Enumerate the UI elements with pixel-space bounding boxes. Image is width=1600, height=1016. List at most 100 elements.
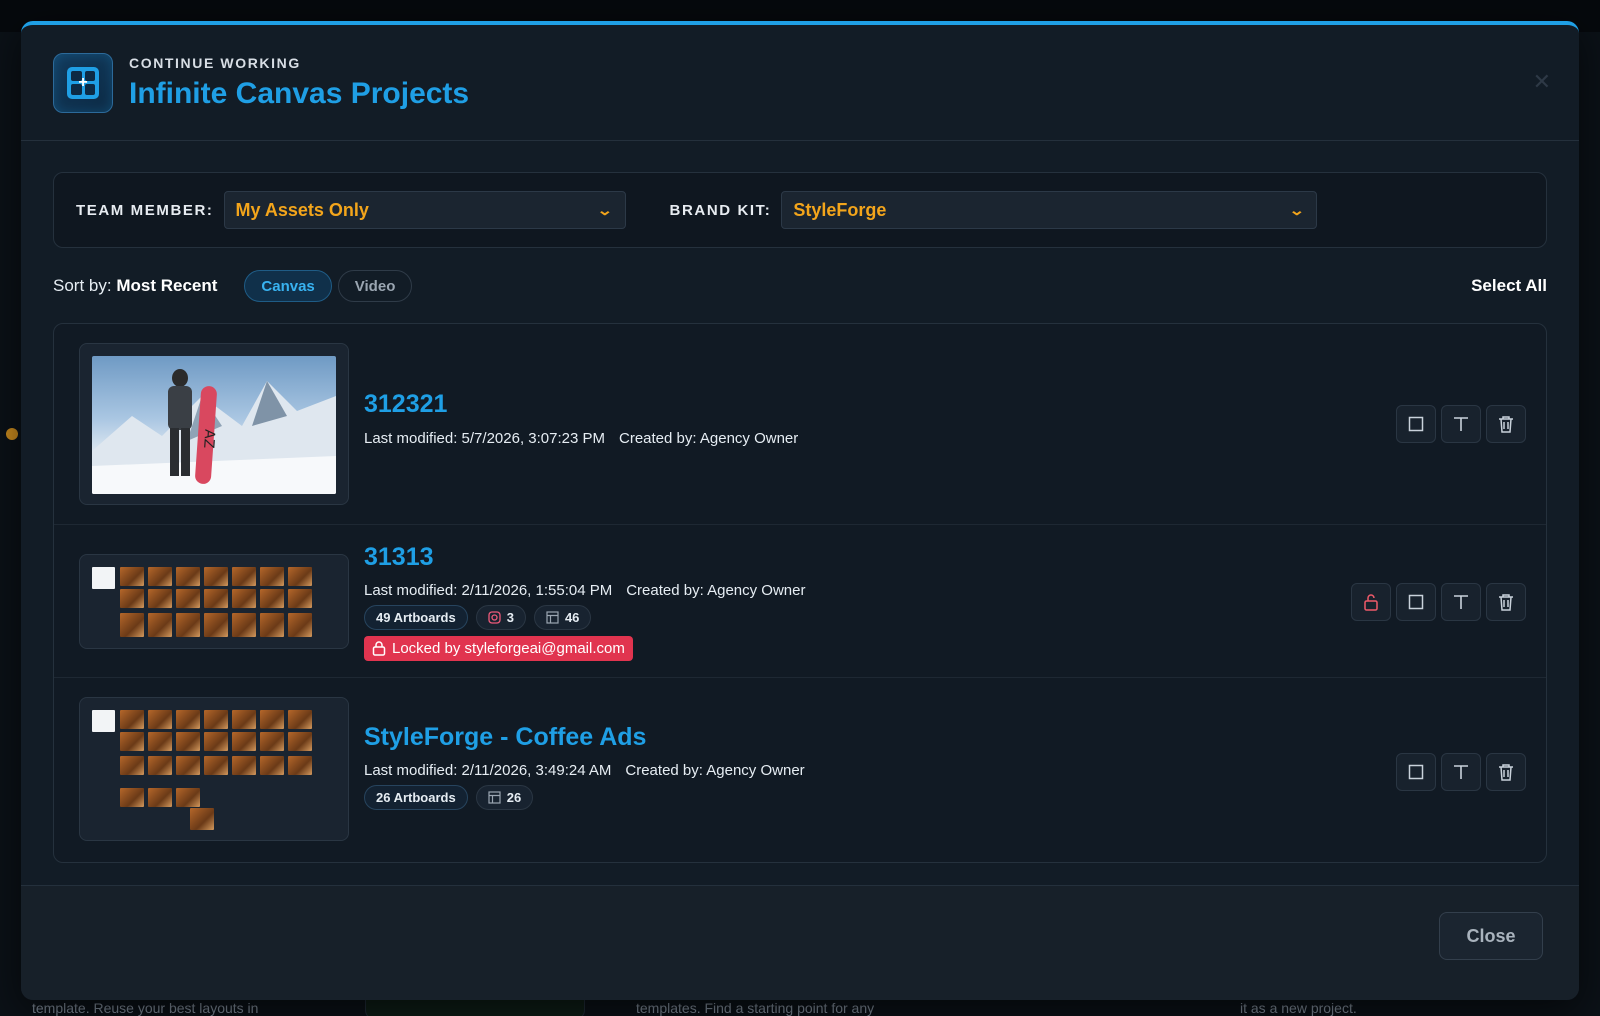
text-icon[interactable] — [1441, 753, 1481, 791]
project-row[interactable]: 31313 Last modified: 2/11/2026, 1:55:04 … — [54, 525, 1546, 678]
project-thumbnail[interactable] — [79, 697, 349, 841]
sort-row: Sort by: Most Recent Canvas Video Select… — [53, 269, 1547, 303]
sort-control[interactable]: Sort by: Most Recent — [53, 276, 217, 296]
artboards-badge: 26 Artboards — [364, 785, 468, 810]
svg-text:AZ: AZ — [200, 429, 217, 449]
unlock-icon[interactable] — [1351, 583, 1391, 621]
artboard-preview — [148, 756, 172, 775]
modal-title: Infinite Canvas Projects — [129, 76, 470, 110]
artboard-preview — [120, 710, 144, 729]
select-icon[interactable] — [1396, 753, 1436, 791]
artboard-preview — [204, 613, 228, 637]
background-text: templates. Find a starting point for any — [636, 1000, 875, 1016]
project-list: AZ 312321 Last modified: 5/7/2026, 3:07:… — [53, 323, 1547, 863]
background-text: it as a new project. — [1240, 1000, 1357, 1016]
artboard-preview — [176, 567, 200, 586]
project-title[interactable]: StyleForge - Coffee Ads — [364, 723, 646, 752]
project-meta: Last modified: 5/7/2026, 3:07:23 PM Creat… — [364, 430, 798, 447]
project-thumbnail[interactable]: AZ — [79, 343, 349, 505]
created-by: Created by: Agency Owner — [626, 582, 806, 599]
artboard-preview — [120, 756, 144, 775]
artboard-preview — [120, 613, 144, 637]
artboard-preview — [204, 756, 228, 775]
text-icon[interactable] — [1441, 405, 1481, 443]
artboard-preview — [288, 613, 312, 637]
trash-icon[interactable] — [1486, 405, 1526, 443]
project-thumbnail[interactable] — [79, 554, 349, 649]
trash-icon[interactable] — [1486, 753, 1526, 791]
artboard-preview — [288, 567, 312, 586]
artboard-preview — [204, 710, 228, 729]
tab-canvas[interactable]: Canvas — [244, 270, 332, 302]
created-by: Created by: Agency Owner — [625, 762, 805, 779]
project-row[interactable]: AZ 312321 Last modified: 5/7/2026, 3:07:… — [54, 324, 1546, 525]
last-modified: Last modified: 5/7/2026, 3:07:23 PM — [364, 430, 605, 447]
project-row[interactable]: StyleForge - Coffee Ads Last modified: 2… — [54, 678, 1546, 862]
modal-header: + CONTINUE WORKING Infinite Canvas Proje… — [21, 25, 1579, 141]
artboard-preview — [232, 613, 256, 637]
text-icon[interactable] — [1441, 583, 1481, 621]
artboard-preview — [288, 589, 312, 608]
artboard-preview — [176, 756, 200, 775]
team-member-select[interactable]: My Assets Only ⌄ — [223, 191, 626, 229]
artboard-preview — [232, 756, 256, 775]
select-all-button[interactable]: Select All — [1471, 276, 1547, 296]
artboard-preview — [148, 732, 172, 751]
row-actions — [1351, 583, 1526, 621]
project-meta: Last modified: 2/11/2026, 3:49:24 AM Crea… — [364, 762, 805, 779]
modal-eyebrow: CONTINUE WORKING — [129, 54, 301, 71]
artboard-preview — [120, 788, 144, 807]
sort-prefix: Sort by: — [53, 276, 112, 295]
instagram-icon — [488, 611, 501, 624]
trash-icon[interactable] — [1486, 583, 1526, 621]
artboard-preview — [190, 808, 214, 830]
layout-icon — [546, 611, 559, 624]
brand-kit-value: StyleForge — [793, 199, 887, 220]
layouts-badge: 26 — [475, 785, 534, 810]
row-actions — [1396, 405, 1526, 443]
lock-icon — [372, 641, 386, 656]
artboard-preview — [232, 589, 256, 608]
tab-video[interactable]: Video — [337, 270, 413, 302]
artboard-preview — [176, 788, 200, 807]
close-icon[interactable]: ✕ — [1533, 69, 1551, 95]
project-chips: 26 Artboards 26 — [364, 785, 534, 810]
artboard-preview — [204, 567, 228, 586]
artboard-preview — [260, 756, 284, 775]
artboard-preview — [232, 710, 256, 729]
background-status-dot — [6, 428, 18, 440]
brand-kit-select[interactable]: StyleForge ⌄ — [781, 191, 1318, 229]
artboard-preview — [148, 567, 172, 586]
artboard-preview — [176, 589, 200, 608]
select-icon[interactable] — [1396, 583, 1436, 621]
chevron-down-icon: ⌄ — [1288, 201, 1305, 218]
project-chips: 49 Artboards 3 46 — [364, 605, 592, 630]
artboard-preview — [204, 732, 228, 751]
last-modified: Last modified: 2/11/2026, 1:55:04 PM — [364, 582, 613, 599]
artboard-preview — [260, 613, 284, 637]
row-actions — [1396, 753, 1526, 791]
artboard-preview — [232, 732, 256, 751]
artboard-preview — [176, 613, 200, 637]
project-title[interactable]: 31313 — [364, 543, 434, 572]
artboard-preview — [232, 567, 256, 586]
project-title[interactable]: 312321 — [364, 390, 447, 419]
chevron-down-icon: ⌄ — [596, 201, 613, 218]
layouts-badge: 46 — [533, 605, 592, 630]
filter-bar: TEAM MEMBER: My Assets Only ⌄ BRAND KIT:… — [53, 172, 1547, 248]
artboard-preview — [120, 567, 144, 586]
artboard-preview — [148, 788, 172, 807]
snowboard-image: AZ — [92, 356, 336, 494]
layout-icon — [488, 791, 501, 804]
artboard-preview — [204, 589, 228, 608]
project-meta: Last modified: 2/11/2026, 1:55:04 PM Crea… — [364, 582, 805, 599]
locked-badge: Locked by styleforgeai@gmail.com — [364, 636, 633, 661]
canvas-logo-icon: + — [53, 52, 113, 113]
close-button[interactable]: Close — [1439, 912, 1543, 960]
artboard-preview — [260, 567, 284, 586]
select-icon[interactable] — [1396, 405, 1436, 443]
modal-footer: Close — [21, 885, 1579, 1000]
team-member-label: TEAM MEMBER: — [76, 201, 214, 219]
artboard-preview — [176, 710, 200, 729]
artboards-badge: 49 Artboards — [364, 605, 468, 630]
